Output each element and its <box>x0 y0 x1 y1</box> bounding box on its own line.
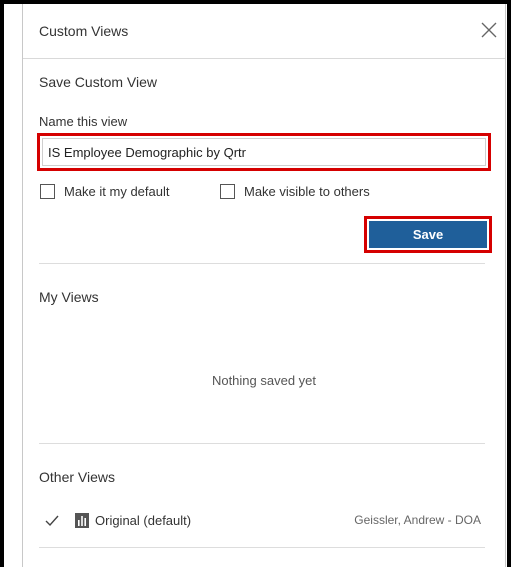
make-default-checkbox[interactable] <box>40 184 55 199</box>
bar-chart-icon <box>75 513 89 528</box>
dialog-title: Custom Views <box>39 23 129 39</box>
make-default-label: Make it my default <box>64 184 170 199</box>
section-divider <box>39 547 485 548</box>
dialog-header: Custom Views <box>23 4 505 59</box>
name-field-highlight <box>37 133 491 171</box>
make-visible-label: Make visible to others <box>244 184 370 199</box>
window-border-left <box>0 0 4 567</box>
save-button[interactable]: Save <box>369 221 487 248</box>
view-owner: Geissler, Andrew - DOA <box>354 513 481 527</box>
my-views-empty-text: Nothing saved yet <box>211 373 317 388</box>
section-divider <box>39 443 485 444</box>
make-visible-checkbox[interactable] <box>220 184 235 199</box>
name-field-label: Name this view <box>39 114 128 129</box>
close-icon <box>481 22 497 38</box>
make-default-option[interactable]: Make it my default <box>40 184 170 199</box>
close-button[interactable] <box>479 20 499 40</box>
save-section-title: Save Custom View <box>39 74 158 90</box>
other-views-title: Other Views <box>39 469 115 485</box>
list-item[interactable]: Original (default) Geissler, Andrew - DO… <box>39 511 485 531</box>
section-divider <box>39 263 485 264</box>
window-border-right <box>507 0 511 567</box>
my-views-title: My Views <box>39 289 99 305</box>
save-button-highlight: Save <box>364 216 492 253</box>
view-name-input[interactable] <box>42 138 486 166</box>
view-name: Original (default) <box>95 513 192 528</box>
custom-views-dialog: Custom Views Save Custom View Name this … <box>22 4 506 567</box>
make-visible-option[interactable]: Make visible to others <box>220 184 370 199</box>
checkmark-icon <box>45 515 59 527</box>
screenshot-frame: Custom Views Save Custom View Name this … <box>0 0 511 567</box>
